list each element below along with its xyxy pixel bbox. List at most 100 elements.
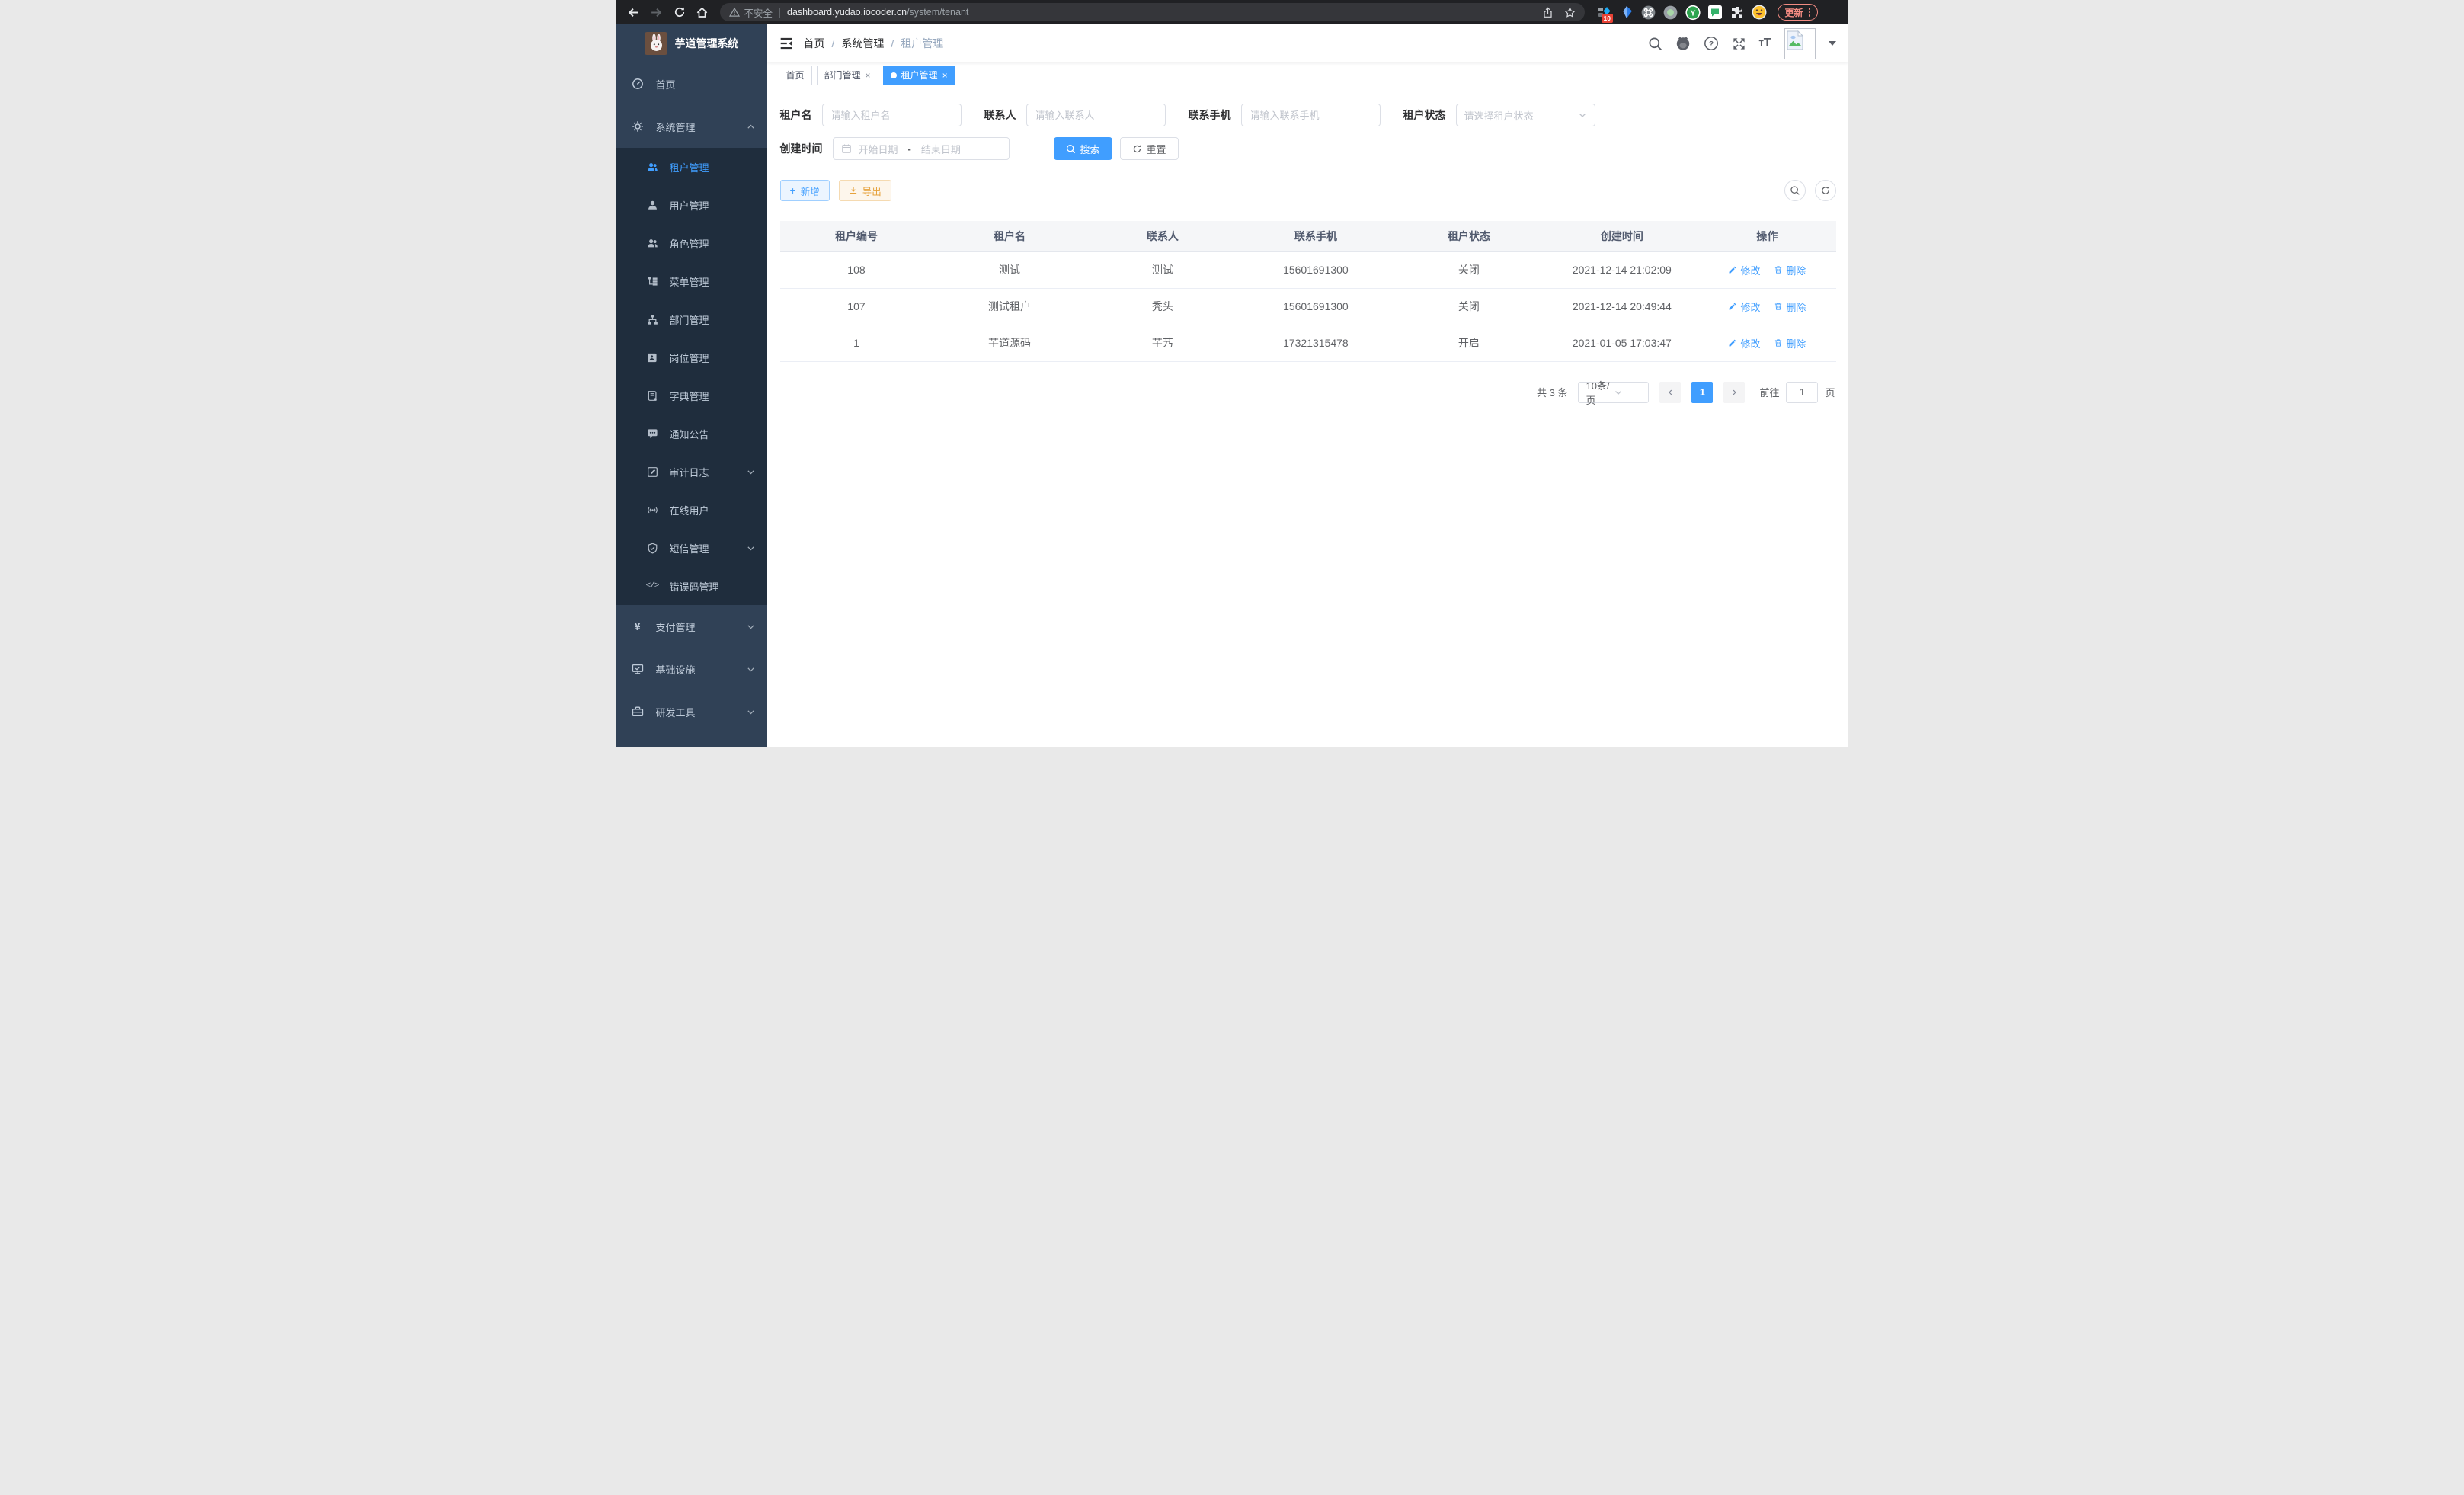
chevron-down-icon	[747, 468, 755, 476]
active-tab-dot	[891, 72, 897, 78]
browser-reload-icon[interactable]	[670, 2, 690, 22]
sidebar-item-menu[interactable]: 菜单管理	[616, 262, 767, 300]
extension-blocks-icon[interactable]: 10	[1597, 5, 1612, 20]
close-icon[interactable]: ×	[942, 70, 948, 81]
sidebar-item-error-code[interactable]: </> 错误码管理	[616, 567, 767, 605]
tenant-name-input[interactable]	[822, 104, 962, 126]
page-size-value: 10条/页	[1586, 378, 1614, 407]
sidebar-item-user[interactable]: 用户管理	[616, 186, 767, 224]
sidebar: 芋道管理系统 首页 系统管理	[616, 24, 767, 748]
help-icon[interactable]: ?	[1704, 36, 1719, 51]
sidebar-item-sms[interactable]: 短信管理	[616, 529, 767, 567]
browser-menu-dots-icon[interactable]	[1809, 8, 1811, 17]
sidebar-item-devtools[interactable]: 研发工具	[616, 690, 767, 733]
tab-tenant[interactable]: 租户管理 ×	[883, 66, 955, 85]
search-button-label: 搜索	[1080, 142, 1100, 156]
close-icon[interactable]: ×	[866, 70, 871, 81]
top-navbar: 首页 / 系统管理 / 租户管理 ?	[767, 24, 1848, 62]
reset-button[interactable]: 重置	[1120, 137, 1179, 160]
extension-command-icon[interactable]	[1641, 5, 1656, 20]
pagination-total: 共 3 条	[1537, 385, 1567, 399]
extension-chat-icon[interactable]	[1707, 5, 1723, 20]
search-button[interactable]: 搜索	[1054, 137, 1112, 160]
edit-link[interactable]: 修改	[1728, 263, 1760, 277]
tab-home[interactable]: 首页	[779, 66, 812, 85]
security-label[interactable]: 不安全	[744, 5, 773, 20]
sidebar-item-infra[interactable]: 基础设施	[616, 648, 767, 690]
breadcrumb-home[interactable]: 首页	[804, 36, 825, 51]
cell-actions: 修改 删除	[1698, 251, 1835, 288]
browser-home-icon[interactable]	[693, 2, 712, 22]
pagination: 共 3 条 10条/页 ‹ 1 › 前往 页	[780, 382, 1836, 403]
fullscreen-icon[interactable]	[1732, 37, 1746, 51]
extension-kite-icon[interactable]	[1619, 5, 1634, 20]
delete-link[interactable]: 删除	[1774, 263, 1806, 277]
table-toolbar: + 新增 导出	[780, 180, 1836, 201]
add-button[interactable]: + 新增	[780, 180, 830, 201]
sidebar-item-tenant[interactable]: 租户管理	[616, 148, 767, 186]
cell-tenant-name: 芋道源码	[933, 325, 1086, 361]
sidebar-item-audit-log[interactable]: 审计日志	[616, 453, 767, 491]
extension-y-icon[interactable]: Y	[1685, 5, 1701, 20]
delete-link[interactable]: 删除	[1774, 336, 1806, 351]
sidebar-item-home[interactable]: 首页	[616, 62, 767, 105]
search-form-row-1: 租户名 联系人 联系手机 租户状态 请选择租户状态	[780, 104, 1836, 126]
extension-gray-dot-icon[interactable]	[1663, 5, 1678, 20]
header-search-icon[interactable]	[1648, 37, 1662, 51]
toolbox-icon	[632, 706, 644, 718]
org-tree-icon	[647, 314, 658, 325]
url-host[interactable]: dashboard.yudao.iocoder.cn	[787, 7, 907, 18]
breadcrumb: 首页 / 系统管理 / 租户管理	[804, 36, 944, 51]
url-path[interactable]: /system/tenant	[907, 7, 968, 18]
sidebar-item-label: 基础设施	[656, 662, 696, 677]
sidebar-item-payment[interactable]: ¥ 支付管理	[616, 605, 767, 648]
delete-link[interactable]: 删除	[1774, 299, 1806, 314]
browser-back-icon[interactable]	[624, 2, 644, 22]
current-page-button[interactable]: 1	[1691, 382, 1713, 403]
prev-page-button[interactable]: ‹	[1659, 382, 1681, 403]
sidebar-item-notice[interactable]: 通知公告	[616, 415, 767, 453]
status-select[interactable]: 请选择租户状态	[1456, 104, 1595, 126]
trash-icon	[1774, 338, 1783, 347]
tab-label: 租户管理	[901, 69, 938, 82]
phone-input[interactable]	[1241, 104, 1381, 126]
sidebar-item-dict[interactable]: 字典管理	[616, 376, 767, 415]
sidebar-item-role[interactable]: 角色管理	[616, 224, 767, 262]
security-warning-icon[interactable]	[729, 7, 740, 18]
toggle-search-button[interactable]	[1784, 180, 1806, 201]
contact-input[interactable]	[1026, 104, 1166, 126]
sidebar-item-system[interactable]: 系统管理	[616, 105, 767, 148]
goto-label: 前往	[1759, 385, 1779, 399]
sidebar-logo[interactable]: 芋道管理系统	[616, 24, 767, 62]
start-date-placeholder: 开始日期	[859, 142, 898, 156]
date-range-picker[interactable]: 开始日期 - 结束日期	[833, 137, 1010, 160]
edit-link[interactable]: 修改	[1728, 336, 1760, 351]
omnibox-divider	[779, 8, 780, 18]
form-item-phone: 联系手机	[1189, 104, 1381, 126]
cell-phone: 15601691300	[1239, 288, 1392, 325]
font-size-icon[interactable]: TT	[1759, 37, 1771, 50]
bookmark-star-icon[interactable]	[1564, 7, 1576, 18]
refresh-table-button[interactable]	[1815, 180, 1836, 201]
sidebar-item-post[interactable]: 岗位管理	[616, 338, 767, 376]
sidebar-collapse-icon[interactable]	[779, 37, 793, 50]
goto-page-input[interactable]	[1786, 382, 1818, 403]
address-bar[interactable]: 不安全 dashboard.yudao.iocoder.cn/system/te…	[720, 3, 1585, 21]
browser-forward-icon[interactable]	[647, 2, 667, 22]
avatar[interactable]	[1784, 28, 1816, 59]
avatar-dropdown-caret-icon[interactable]	[1829, 41, 1836, 46]
breadcrumb-system[interactable]: 系统管理	[841, 36, 884, 51]
share-icon[interactable]	[1542, 7, 1554, 18]
users-icon	[647, 162, 658, 173]
browser-update-button[interactable]: 更新	[1778, 4, 1819, 21]
tab-dept[interactable]: 部门管理 ×	[817, 66, 878, 85]
github-icon[interactable]	[1675, 36, 1691, 51]
extension-emoji-icon[interactable]	[1752, 5, 1767, 20]
extension-puzzle-icon[interactable]	[1730, 5, 1745, 20]
next-page-button[interactable]: ›	[1723, 382, 1745, 403]
sidebar-item-online-users[interactable]: 在线用户	[616, 491, 767, 529]
export-button[interactable]: 导出	[839, 180, 891, 201]
edit-link[interactable]: 修改	[1728, 299, 1760, 314]
sidebar-item-dept[interactable]: 部门管理	[616, 300, 767, 338]
page-size-select[interactable]: 10条/页	[1578, 382, 1649, 403]
